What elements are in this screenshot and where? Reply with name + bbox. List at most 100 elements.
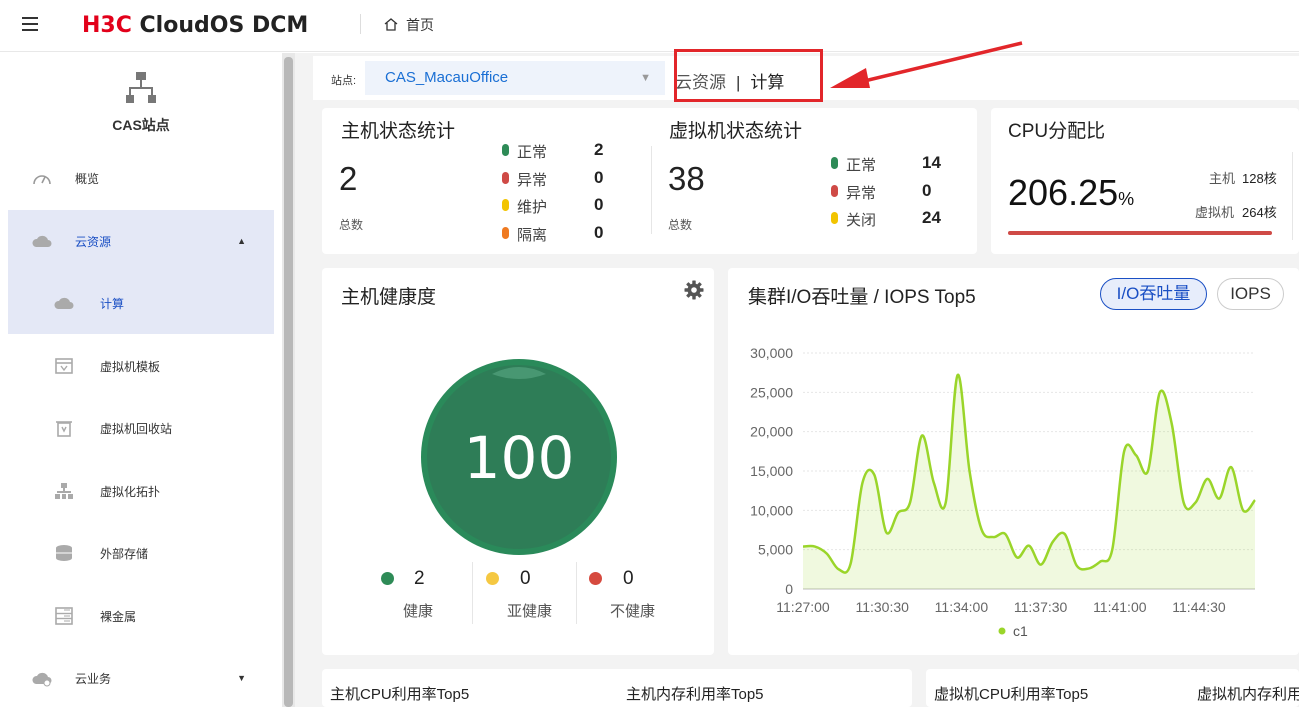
sidebar-item-cloud-resources[interactable]: 云资源 ▲ xyxy=(8,210,274,272)
host-status-label: 隔离 xyxy=(517,227,548,244)
sidebar-item-label: 计算 xyxy=(100,297,125,311)
sidebar-item-label: 外部存储 xyxy=(100,547,149,561)
chevron-up-icon[interactable]: ▲ xyxy=(237,236,246,246)
y-tick-label: 30,000 xyxy=(750,345,793,361)
cloud-icon xyxy=(54,297,74,309)
sidebar-title: CAS站点 xyxy=(112,117,170,133)
cpu-ratio: 206.25% xyxy=(1008,172,1134,214)
cpu-ratio-bar xyxy=(1008,231,1272,235)
throughput-chart: 0 5,000 10,000 15,000 20,000 25,000 30,000 11:2… xyxy=(750,345,1256,639)
sidebar-item-vm-recycle-bin[interactable]: 虚拟机回收站 xyxy=(8,397,274,459)
divider xyxy=(360,14,361,34)
divider xyxy=(472,562,473,624)
host-status-value: 0 xyxy=(594,168,604,187)
health-label: 健康 xyxy=(403,603,434,620)
vm-total-label: 总数 xyxy=(668,218,693,232)
logo[interactable]: H3C CloudOS DCM xyxy=(82,13,308,38)
x-tick-label: 11:41:00 xyxy=(1093,599,1147,615)
y-tick-label: 5,000 xyxy=(758,542,793,558)
site-topology-icon xyxy=(126,72,156,103)
vm-cpu-top5-title: 虚拟机CPU利用率Top5 xyxy=(934,686,1089,703)
vm-status-value: 14 xyxy=(922,153,941,172)
health-count: 2 xyxy=(414,568,425,589)
chevron-down-icon[interactable]: ▼ xyxy=(237,673,246,683)
cpu-ratio-value: 206.25 xyxy=(1008,172,1119,213)
health-score: 100 xyxy=(463,424,575,492)
x-tick-label: 11:34:00 xyxy=(935,599,989,615)
y-tick-label: 0 xyxy=(785,581,793,597)
menu-icon[interactable] xyxy=(22,17,38,31)
sidebar-item-compute[interactable]: 计算 xyxy=(8,272,274,334)
database-icon xyxy=(56,545,72,561)
sidebar-scrollbar-thumb[interactable] xyxy=(284,57,293,707)
status-dot xyxy=(831,157,838,169)
cpu-vm-value: 264核 xyxy=(1242,205,1277,220)
gear-icon[interactable] xyxy=(684,280,704,300)
host-status-value: 2 xyxy=(594,140,604,159)
cpu-title: CPU分配比 xyxy=(1008,121,1106,142)
x-tick-label: 11:27:00 xyxy=(776,599,830,615)
host-status-value: 0 xyxy=(594,223,604,242)
legend-marker xyxy=(998,627,1006,635)
vm-status-value: 0 xyxy=(922,181,932,200)
sidebar-item-label: 虚拟化拓扑 xyxy=(100,485,161,499)
cpu-host-value: 128核 xyxy=(1242,171,1277,186)
sidebar-item-label: 虚拟机回收站 xyxy=(100,422,173,436)
y-tick-label: 10,000 xyxy=(750,502,793,518)
divider xyxy=(651,146,652,234)
health-title: 主机健康度 xyxy=(341,287,437,308)
health-count: 0 xyxy=(623,568,634,589)
legend-label: c1 xyxy=(1013,623,1028,639)
status-dot xyxy=(831,212,838,224)
home-icon xyxy=(384,18,398,31)
site-select-value: CAS_MacauOffice xyxy=(385,69,509,86)
host-total: 2 xyxy=(339,160,358,197)
gauge-icon xyxy=(33,175,51,185)
divider xyxy=(1292,152,1293,240)
sidebar-item-label: 云业务 xyxy=(75,672,112,686)
cpu-host-label: 主机 xyxy=(1209,171,1236,186)
throughput-title: 集群I/O吞吐量 / IOPS Top5 xyxy=(748,287,976,308)
sidebar-item-label: 虚拟机模板 xyxy=(100,360,161,374)
toggle-iops[interactable]: IOPS xyxy=(1217,278,1284,310)
host-total-label: 总数 xyxy=(339,218,364,232)
annotation-arrow xyxy=(830,41,1023,88)
sidebar-item-external-storage[interactable]: 外部存储 xyxy=(8,522,274,584)
top-bar: H3C CloudOS DCM 首页 xyxy=(0,0,1299,52)
chevron-down-icon: ▼ xyxy=(640,72,651,84)
health-count: 0 xyxy=(520,568,531,589)
sidebar-item-bare-metal[interactable]: 裸金属 xyxy=(8,585,274,647)
status-dot xyxy=(502,144,509,156)
legend-dot xyxy=(381,572,394,585)
status-dot xyxy=(502,199,509,211)
y-tick-label: 20,000 xyxy=(750,424,793,440)
series-area xyxy=(803,374,1255,589)
host-status-label: 正常 xyxy=(517,144,548,161)
host-cpu-top5-title: 主机CPU利用率Top5 xyxy=(330,686,470,703)
server-icon xyxy=(55,607,73,625)
legend-dot xyxy=(589,572,602,585)
host-status-label: 维护 xyxy=(517,199,548,216)
vm-status-label: 正常 xyxy=(846,157,877,174)
divider xyxy=(576,562,577,624)
sidebar-item-vm-template[interactable]: 虚拟机模板 xyxy=(8,335,274,397)
site-select[interactable]: CAS_MacauOffice ▼ xyxy=(365,61,665,95)
vm-mem-top5-title: 虚拟机内存利用率Top5 xyxy=(1197,686,1299,703)
site-label: 站点: xyxy=(331,75,357,87)
sidebar-item-overview[interactable]: 概览 xyxy=(8,147,274,209)
template-icon xyxy=(55,358,73,374)
sidebar-item-virtual-topology[interactable]: 虚拟化拓扑 xyxy=(8,460,274,522)
x-tick-label: 11:44:30 xyxy=(1172,599,1226,615)
cpu-ratio-unit: % xyxy=(1118,189,1135,209)
sidebar-item-cloud-service[interactable]: 云业务 ▼ xyxy=(8,647,274,709)
host-stats-title: 主机状态统计 xyxy=(341,121,456,142)
y-tick-label: 25,000 xyxy=(750,384,793,400)
sidebar-item-label: 云资源 xyxy=(75,235,112,249)
toggle-io-throughput[interactable]: I/O吞吐量 xyxy=(1100,278,1207,310)
sidebar-item-label: 概览 xyxy=(75,172,100,186)
status-dot xyxy=(502,172,509,184)
home-link[interactable]: 首页 xyxy=(384,15,434,35)
sidebar-header: CAS站点 xyxy=(0,71,282,135)
status-dot xyxy=(831,185,838,197)
vm-status-value: 24 xyxy=(922,208,941,227)
